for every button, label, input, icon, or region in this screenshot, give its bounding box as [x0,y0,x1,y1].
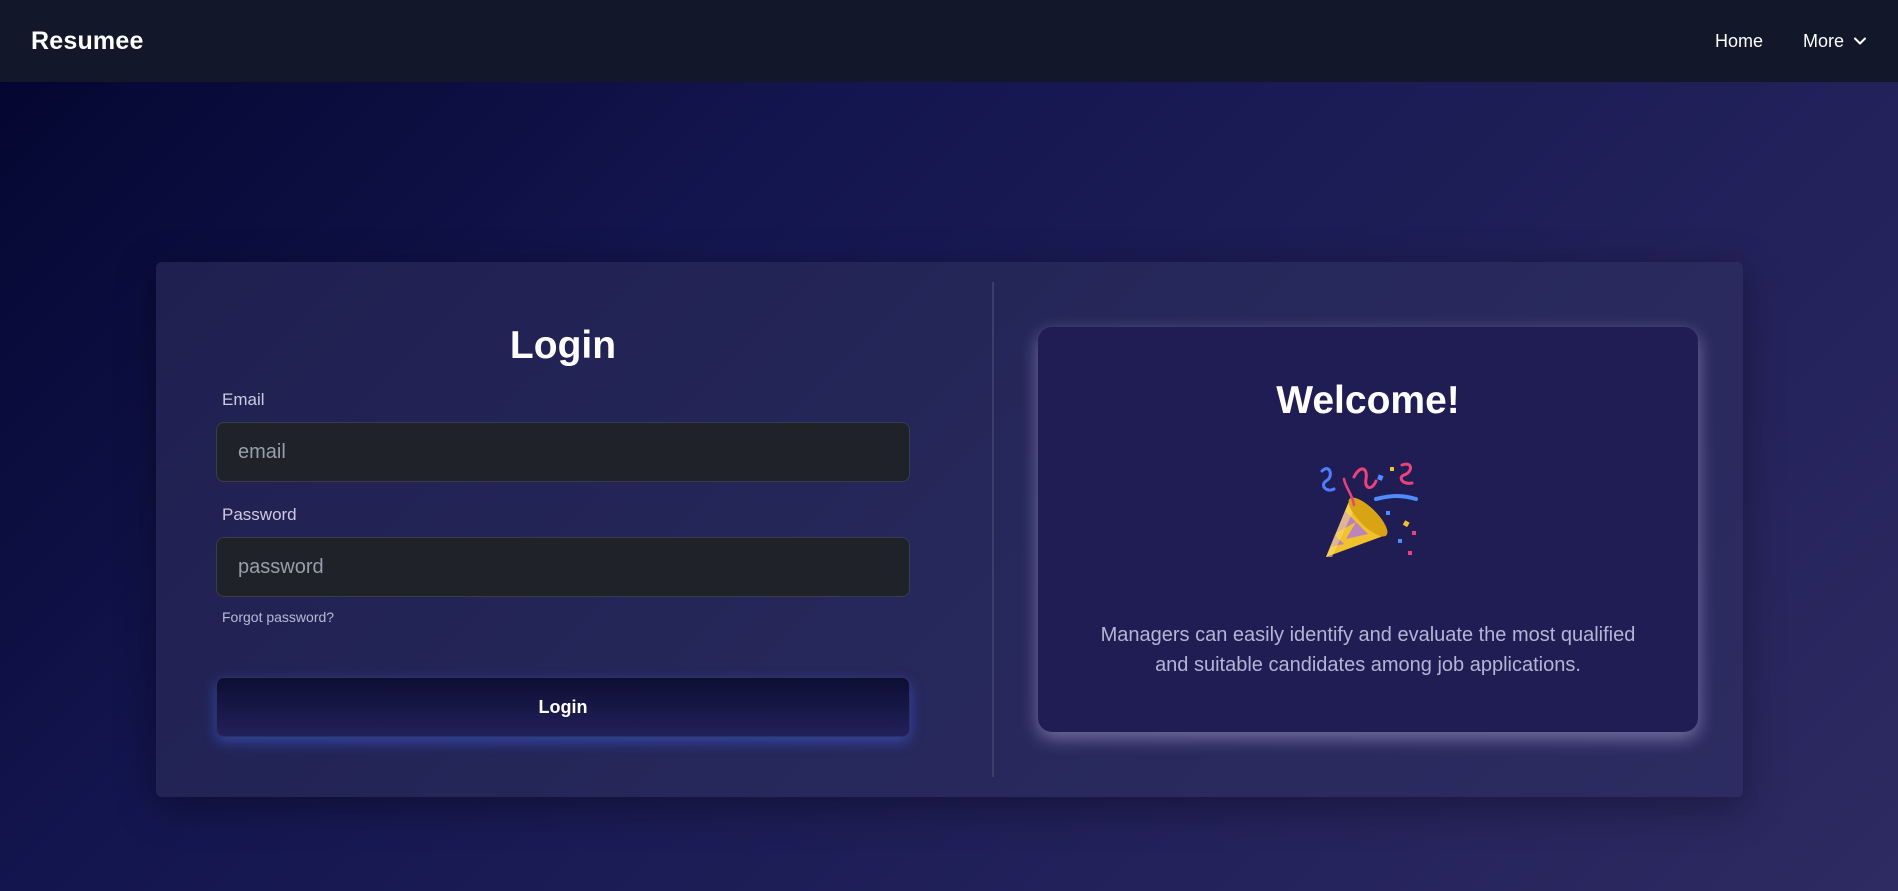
password-input[interactable] [216,537,910,597]
forgot-password-link[interactable]: Forgot password? [222,609,334,625]
vertical-divider [992,282,994,777]
nav-links: Home More [1715,31,1868,52]
login-title: Login [509,324,617,367]
nav-more-label: More [1802,30,1844,51]
nav-home-link[interactable]: Home [1715,31,1763,52]
nav-more-dropdown[interactable]: More [1803,31,1868,52]
welcome-description: Managers can easily identify and evaluat… [1100,624,1636,676]
party-popper-icon [1320,462,1418,557]
chevron-down-icon [1854,37,1866,45]
login-card: Login Email Password Forgot password? Lo… [156,262,1743,797]
email-input[interactable] [216,422,910,482]
welcome-title: Welcome! [1276,379,1460,422]
brand-logo[interactable]: Resumee [31,27,144,56]
top-navbar: Resumee Home More [0,0,1898,82]
login-button[interactable]: Login [216,677,910,737]
welcome-panel: Welcome! Managers can easily identify an… [1038,327,1698,732]
password-label: Password [222,505,297,524]
email-label: Email [222,390,265,409]
